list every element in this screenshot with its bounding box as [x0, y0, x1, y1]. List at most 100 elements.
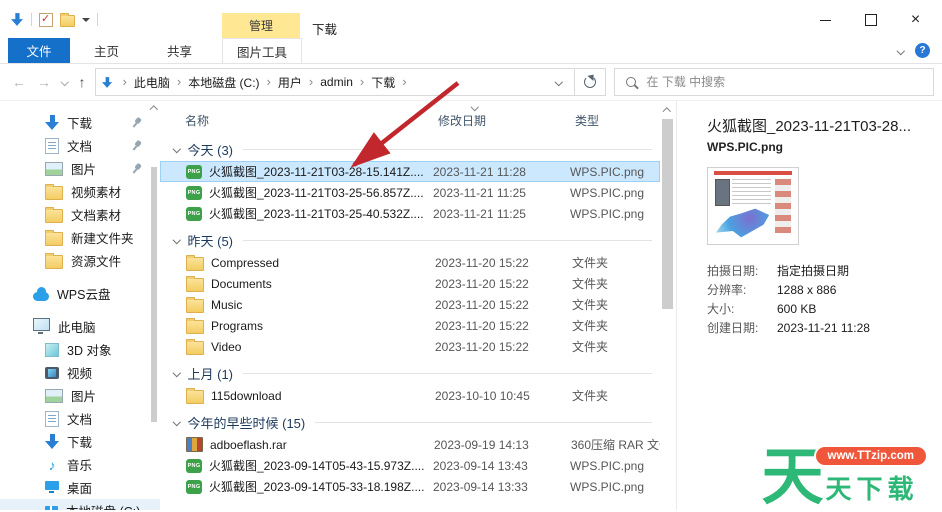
file-row[interactable]: Compressed 2023-11-20 15:22 文件夹: [160, 252, 660, 273]
scroll-up-icon[interactable]: [662, 107, 671, 116]
scroll-thumb[interactable]: [662, 119, 673, 309]
qat-dropdown-icon[interactable]: [82, 17, 90, 22]
breadcrumb-this-pc[interactable]: 此电脑: [134, 74, 170, 91]
forward-button[interactable]: [37, 74, 51, 90]
sidebar-scrollbar[interactable]: [149, 105, 158, 510]
search-icon: [625, 77, 636, 87]
group-header-yesterday[interactable]: 昨天 (5): [160, 228, 660, 252]
help-button[interactable]: ?: [915, 43, 930, 58]
sidebar-item-documents[interactable]: 文档: [0, 407, 160, 430]
tab-home[interactable]: 主页: [70, 38, 143, 63]
group-label: 昨天 (5): [187, 233, 234, 249]
sidebar-item-label: 下载: [67, 117, 93, 131]
breadcrumb-local-disk-c[interactable]: 本地磁盘 (C:): [188, 74, 259, 91]
ribbon-tabs: 文件 主页 共享 查看 图片工具: [0, 38, 942, 64]
sidebar-item-label: WPS云盘: [57, 288, 111, 302]
sort-descending-icon: [470, 102, 479, 111]
search-box[interactable]: [613, 68, 934, 96]
file-row[interactable]: PNG 火狐截图_2023-09-14T05-33-18.198Z.... 20…: [160, 476, 660, 497]
property-row: 大小: 600 KB: [707, 300, 932, 319]
minimize-button[interactable]: [803, 8, 848, 32]
file-list: 名称 修改日期 类型 今天 (3) PNG 火狐截图_2023-11-21T03…: [160, 101, 660, 510]
scroll-thumb[interactable]: [151, 167, 157, 422]
thumbnail-phone-image: [715, 179, 730, 206]
file-row-selected[interactable]: PNG 火狐截图_2023-11-21T03-28-15.141Z.... 20…: [160, 161, 660, 182]
list-column-headers: 名称 修改日期 类型: [160, 102, 660, 131]
file-row[interactable]: PNG 火狐截图_2023-11-21T03-25-40.532Z.... 20…: [160, 203, 660, 224]
file-row[interactable]: Music 2023-11-20 15:22 文件夹: [160, 294, 660, 315]
property-value: 1288 x 886: [777, 283, 837, 297]
file-tab[interactable]: 文件: [8, 38, 70, 63]
pin-icon: [129, 138, 144, 153]
property-row: 分辨率: 1288 x 886: [707, 281, 932, 300]
maximize-button[interactable]: [848, 8, 893, 32]
preview-file-type: WPS.PIC.png: [707, 140, 783, 154]
up-button[interactable]: [79, 74, 86, 90]
download-icon: [45, 434, 59, 449]
column-header-name[interactable]: 名称: [185, 112, 438, 129]
music-note-icon: [45, 458, 59, 472]
file-row[interactable]: PNG 火狐截图_2023-09-14T05-43-15.973Z.... 20…: [160, 455, 660, 476]
sidebar-item-downloads[interactable]: 下载: [0, 430, 160, 453]
file-row[interactable]: Programs 2023-11-20 15:22 文件夹: [160, 315, 660, 336]
property-value[interactable]: 指定拍摄日期: [777, 262, 849, 281]
file-date: 2023-11-20 15:22: [435, 276, 529, 291]
sidebar-item-resource-files[interactable]: 资源文件: [0, 249, 160, 272]
sidebar-item-videos[interactable]: 视频: [0, 361, 160, 384]
tab-share[interactable]: 共享: [143, 38, 216, 63]
new-folder-icon[interactable]: [60, 12, 75, 27]
sidebar-item-doc-material[interactable]: 文档素材: [0, 203, 160, 226]
breadcrumb-downloads[interactable]: 下载: [371, 74, 395, 91]
property-row: 拍摄日期: 指定拍摄日期: [707, 262, 932, 281]
refresh-button[interactable]: [573, 68, 606, 96]
file-type: WPS.PIC.png: [570, 206, 645, 221]
ribbon-collapse-chevron-icon[interactable]: [896, 46, 905, 55]
properties-check-icon[interactable]: [39, 12, 53, 27]
recent-locations-chevron-icon[interactable]: [60, 78, 69, 86]
contextual-tab-manage[interactable]: 管理: [222, 13, 300, 38]
sidebar-item-wps-cloud[interactable]: WPS云盘: [0, 282, 160, 305]
breadcrumb-users[interactable]: 用户: [278, 74, 302, 91]
sidebar-item-documents-pinned[interactable]: 文档: [0, 134, 160, 157]
breadcrumb-separator-icon: [123, 77, 127, 87]
tab-picture-tools[interactable]: 图片工具: [222, 38, 302, 63]
sidebar-item-video-material[interactable]: 视频素材: [0, 180, 160, 203]
list-scrollbar[interactable]: [660, 101, 676, 510]
search-input[interactable]: [644, 74, 922, 90]
file-name: 火狐截图_2023-11-21T03-25-56.857Z....: [209, 186, 424, 200]
back-button[interactable]: [12, 74, 26, 90]
scroll-up-icon[interactable]: [149, 105, 158, 114]
file-row[interactable]: PNG 火狐截图_2023-11-21T03-25-56.857Z.... 20…: [160, 182, 660, 203]
file-name: 火狐截图_2023-11-21T03-28-15.141Z....: [209, 165, 424, 179]
file-row[interactable]: adboeflash.rar 2023-09-19 14:13 360压缩 RA…: [160, 434, 660, 455]
breadcrumb-admin[interactable]: admin: [320, 75, 353, 89]
file-type: 360压缩 RAR 文件: [571, 438, 660, 452]
ribbon-right-cluster: ?: [896, 43, 930, 58]
group-header-last-month[interactable]: 上月 (1): [160, 361, 660, 385]
property-label: 分辨率:: [707, 283, 747, 297]
sidebar-item-music[interactable]: 音乐: [0, 453, 160, 476]
file-row[interactable]: 115download 2023-10-10 10:45 文件夹: [160, 385, 660, 406]
sidebar-item-new-folder[interactable]: 新建文件夹: [0, 226, 160, 249]
group-header-today[interactable]: 今天 (3): [160, 137, 660, 161]
sidebar-item-this-pc[interactable]: 此电脑: [0, 315, 160, 338]
file-row[interactable]: Documents 2023-11-20 15:22 文件夹: [160, 273, 660, 294]
sidebar-item-desktop[interactable]: 桌面: [0, 476, 160, 499]
file-type: 文件夹: [572, 319, 609, 333]
column-header-date[interactable]: 修改日期: [438, 102, 575, 129]
close-button[interactable]: ×: [893, 8, 938, 32]
address-bar[interactable]: 此电脑 本地磁盘 (C:) 用户 admin 下载: [94, 68, 575, 96]
file-date: 2023-10-10 10:45: [435, 388, 530, 403]
file-row[interactable]: Video 2023-11-20 15:22 文件夹: [160, 336, 660, 357]
group-header-earlier-this-year[interactable]: 今年的早些时候 (15): [160, 410, 660, 434]
column-header-type[interactable]: 类型: [575, 112, 660, 129]
sidebar-item-label: 文档: [67, 413, 93, 427]
sidebar-item-downloads-pinned[interactable]: 下载: [0, 111, 160, 134]
sidebar-item-local-disk-c[interactable]: 本地磁盘 (C:): [0, 499, 160, 510]
preview-thumbnail[interactable]: [707, 167, 799, 245]
address-dropdown-chevron-icon[interactable]: [554, 78, 563, 86]
sidebar-item-pictures[interactable]: 图片: [0, 384, 160, 407]
sidebar-item-3d-objects[interactable]: 3D 对象: [0, 338, 160, 361]
sidebar-item-pictures-pinned[interactable]: 图片: [0, 157, 160, 180]
folder-icon: [45, 206, 63, 223]
